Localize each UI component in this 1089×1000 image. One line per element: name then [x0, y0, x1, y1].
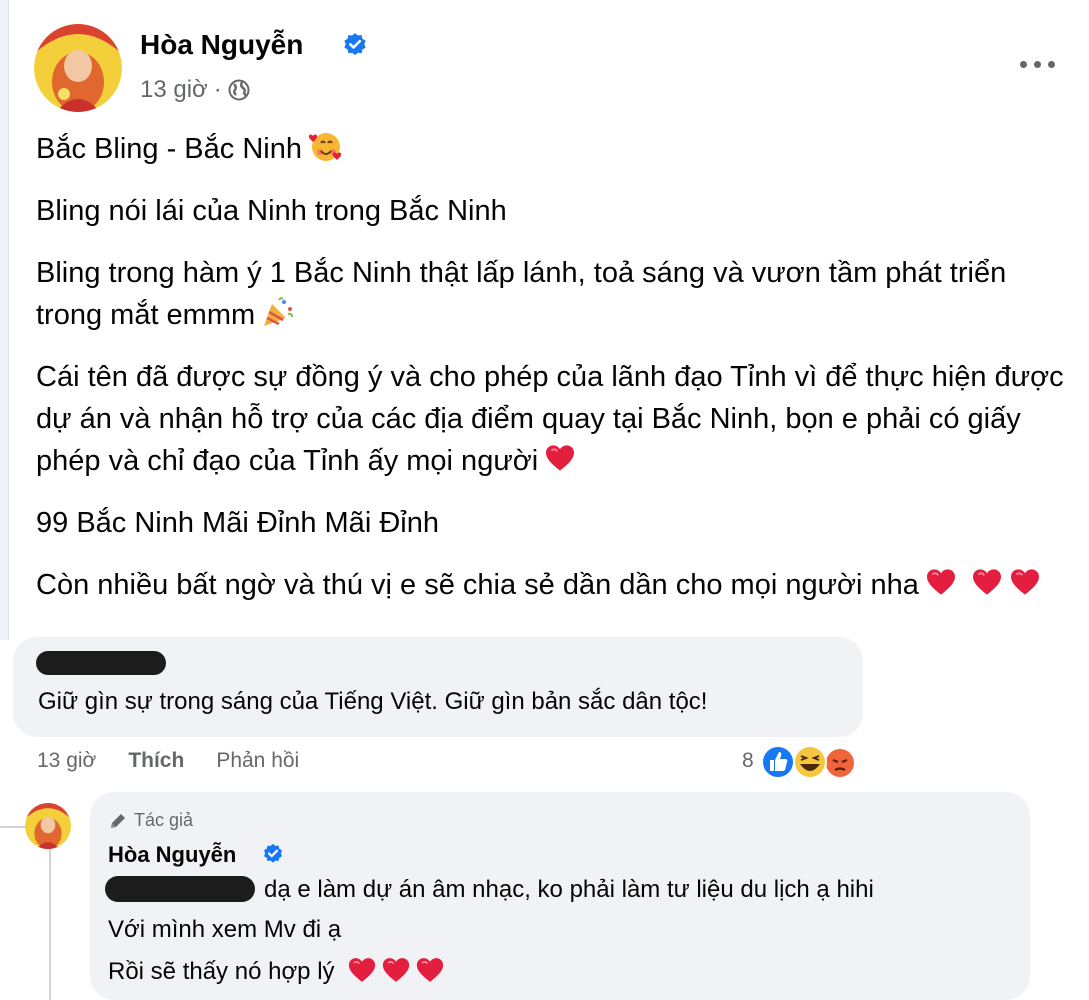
- party-popper-emoji-icon: [264, 297, 294, 326]
- redacted-commenter-name: [36, 651, 166, 675]
- post-timestamp-row: 13 giờ ·: [140, 76, 250, 104]
- globe-icon: [228, 79, 250, 101]
- reactions-summary[interactable]: [760, 742, 860, 782]
- author-badge: Tác giả: [108, 810, 193, 831]
- red-heart-icon: [415, 955, 445, 985]
- post-paragraph: Cái tên đã được sự đồng ý và cho phép củ…: [36, 361, 1064, 477]
- red-heart-icon: [925, 566, 957, 598]
- heart-eyes-emoji-icon: [308, 133, 342, 161]
- post-paragraph: 99 Bắc Ninh Mãi Đỉnh Mãi Đỉnh: [36, 507, 439, 539]
- red-heart-icon: [1009, 566, 1041, 598]
- verified-badge-icon: [342, 32, 368, 58]
- red-heart-icon: [971, 566, 1003, 598]
- reply-text-line: Với mình xem Mv đi ạ: [108, 916, 342, 943]
- post-paragraph: Bắc Bling - Bắc Ninh: [36, 128, 1066, 170]
- post-time[interactable]: 13 giờ: [140, 76, 208, 104]
- post-paragraph: Còn nhiều bất ngờ và thú vị e sẽ chia sẻ…: [36, 564, 1066, 606]
- reply-button[interactable]: Phản hồi: [216, 749, 299, 773]
- verified-badge-icon: [262, 843, 284, 865]
- author-avatar[interactable]: [34, 24, 122, 112]
- like-reaction-icon: [761, 745, 795, 779]
- reply-author-avatar[interactable]: [25, 803, 71, 849]
- thread-connector: [0, 826, 26, 828]
- red-heart-icon: [381, 955, 411, 985]
- angry-reaction-icon: [824, 747, 856, 779]
- red-heart-icon: [347, 955, 377, 985]
- comment-actions: 13 giờ Thích Phản hồi: [37, 749, 299, 773]
- pencil-icon: [111, 813, 125, 828]
- comment-time[interactable]: 13 giờ: [37, 749, 96, 773]
- post-paragraph: Bling nói lái của Ninh trong Bắc Ninh: [36, 195, 507, 227]
- reply-author-name[interactable]: Hòa Nguyễn: [108, 842, 236, 868]
- comment-text: Giữ gìn sự trong sáng của Tiếng Việt. Gi…: [38, 688, 708, 715]
- author-name[interactable]: Hòa Nguyễn: [140, 29, 303, 61]
- post-content: Bắc Bling - Bắc Ninh Bling nói lái của N…: [36, 128, 1066, 626]
- reaction-count[interactable]: 8: [742, 749, 754, 773]
- thread-line: [49, 848, 51, 1000]
- more-options-icon[interactable]: [1012, 52, 1062, 76]
- red-heart-icon: [544, 442, 576, 474]
- redacted-mention: [105, 876, 255, 902]
- post-paragraph: Bling trong hàm ý 1 Bắc Ninh thật lấp lá…: [36, 257, 1007, 331]
- separator-dot: ·: [213, 76, 222, 103]
- author-badge-label: Tác giả: [134, 810, 194, 830]
- reply-text-line: dạ e làm dự án âm nhạc, ko phải làm tư l…: [264, 876, 874, 903]
- reply-text-line: Rồi sẽ thấy nó hợp lý: [108, 955, 445, 986]
- card-edge: [0, 0, 9, 640]
- like-button[interactable]: Thích: [128, 749, 184, 773]
- post-card: Hòa Nguyễn 13 giờ · Bắc Bling - Bắc Ninh…: [0, 0, 1089, 640]
- haha-reaction-icon: [793, 745, 827, 779]
